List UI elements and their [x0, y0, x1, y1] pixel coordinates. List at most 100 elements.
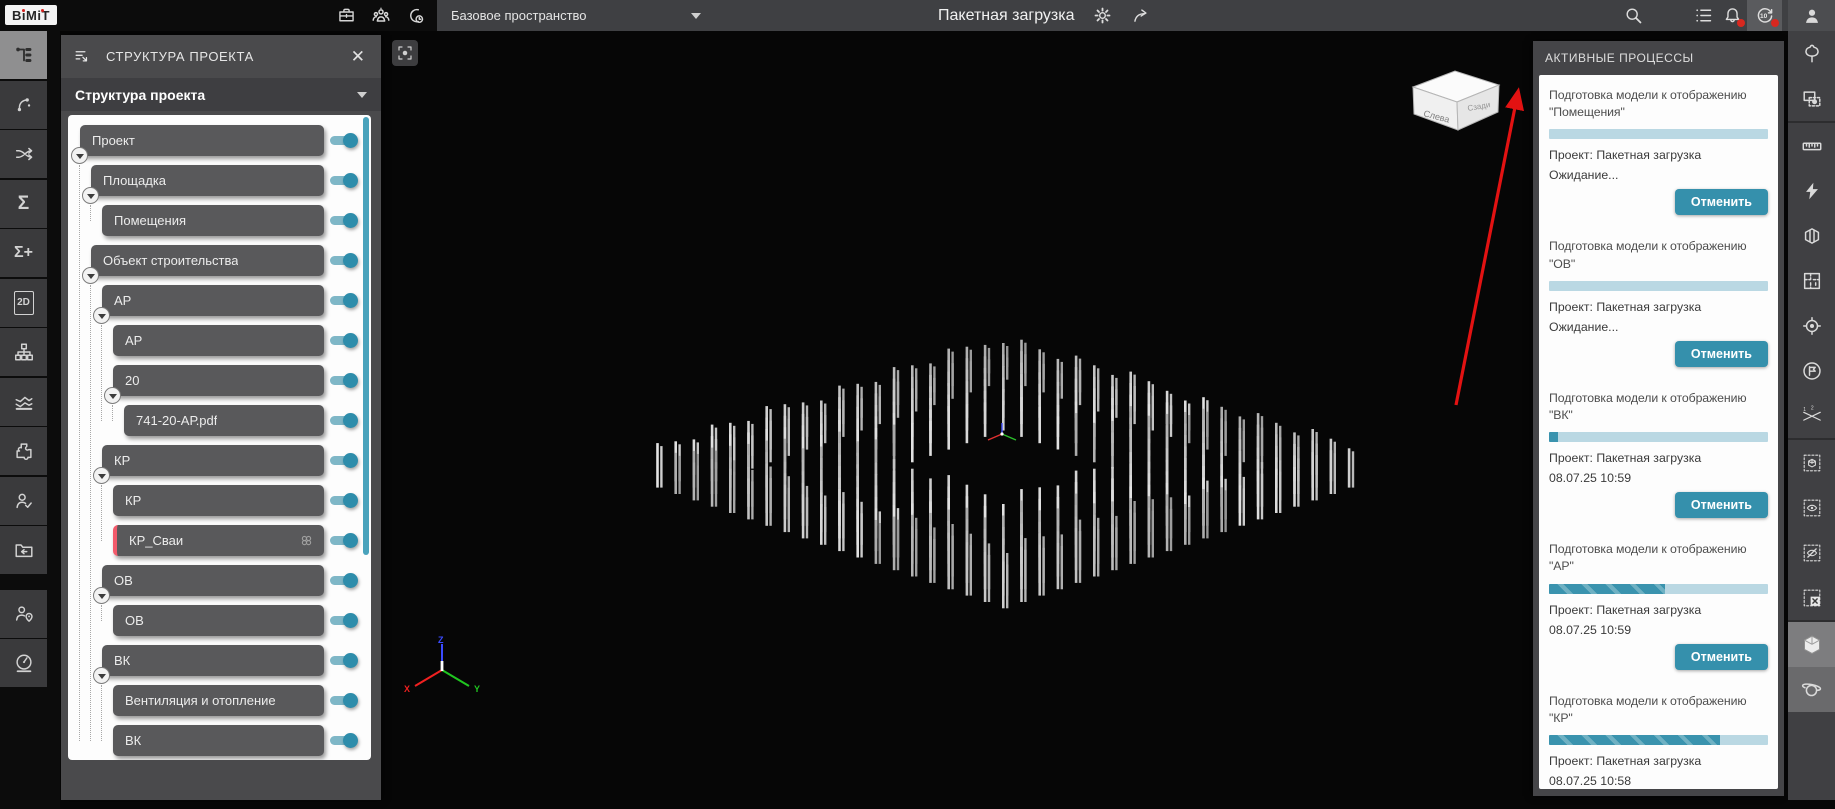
process-item: Подготовка модели к отображению "ВК"Прое… [1549, 390, 1768, 518]
tree-item[interactable]: АР [102, 285, 324, 316]
tree-expander[interactable] [82, 187, 99, 204]
visibility-toggle[interactable] [330, 136, 355, 145]
tool-section-axes[interactable]: 1 2 [1788, 393, 1835, 438]
tree-expander[interactable] [82, 267, 99, 284]
tree-expander[interactable] [104, 387, 121, 404]
tree-scrollbar[interactable] [363, 117, 369, 555]
tree-expander[interactable] [71, 147, 88, 164]
visibility-toggle[interactable] [330, 336, 355, 345]
tree-guide-line [79, 165, 80, 741]
tree-item[interactable]: Площадка [91, 165, 324, 196]
active-processes-button[interactable]: 10 [1747, 0, 1782, 31]
cancel-process-button[interactable]: Отменить [1675, 341, 1768, 367]
tree-item[interactable]: КР_Сваи [113, 525, 324, 556]
tool-user-approvals[interactable] [0, 477, 47, 525]
tool-links[interactable] [0, 130, 47, 178]
tree-item[interactable]: ОВ [102, 565, 324, 596]
fit-view-button[interactable] [392, 40, 418, 66]
cancel-process-button[interactable]: Отменить [1675, 492, 1768, 518]
tree-item[interactable]: ОВ [113, 605, 324, 636]
tool-sum[interactable]: Σ [0, 180, 47, 228]
cancel-process-button[interactable]: Отменить [1675, 189, 1768, 215]
tool-floor-plan[interactable] [1788, 258, 1835, 303]
history-button[interactable] [405, 5, 427, 27]
tree-item[interactable]: Проект [80, 125, 324, 156]
tool-2d-sheets[interactable]: 2D [0, 279, 47, 327]
cube-dashed-icon [1801, 452, 1823, 474]
visibility-toggle[interactable] [330, 376, 355, 385]
visibility-toggle[interactable] [330, 536, 355, 545]
visibility-toggle[interactable] [330, 576, 355, 585]
tree-item[interactable]: Объект строительства [91, 245, 324, 276]
gear-icon [1092, 5, 1113, 26]
workspace-selector[interactable]: Базовое пространство [443, 0, 709, 31]
tree-item[interactable]: КР [113, 485, 324, 516]
shuffle-icon [13, 143, 35, 165]
visibility-toggle[interactable] [330, 496, 355, 505]
tree-expander[interactable] [93, 587, 110, 604]
tree-expander[interactable] [93, 467, 110, 484]
tool-project-structure[interactable] [0, 31, 47, 79]
close-panel-button[interactable]: ✕ [347, 47, 369, 67]
share-button[interactable] [1131, 5, 1153, 27]
tool-file-transfer[interactable] [0, 526, 47, 574]
visibility-toggle[interactable] [330, 176, 355, 185]
tool-measure[interactable] [1788, 123, 1835, 168]
visibility-toggle[interactable] [330, 616, 355, 625]
projects-button[interactable] [335, 5, 357, 27]
doc-2d-icon: 2D [14, 291, 34, 315]
visibility-toggle[interactable] [330, 216, 355, 225]
tool-analytics[interactable] [0, 378, 47, 426]
tool-hide[interactable] [1788, 530, 1835, 575]
tool-dashboard[interactable] [0, 639, 47, 687]
app-logo[interactable]: BiMiT [5, 5, 57, 25]
tool-orbit-toggle[interactable] [1788, 667, 1835, 712]
visibility-toggle[interactable] [330, 736, 355, 745]
tool-clash[interactable] [1788, 168, 1835, 213]
account-button[interactable] [1788, 0, 1835, 31]
tree-item[interactable]: КР [102, 445, 324, 476]
tool-graph[interactable] [0, 81, 47, 129]
tool-flag-marker[interactable] [1788, 348, 1835, 393]
navigation-cube[interactable]: Слева Сзади [1410, 68, 1502, 132]
tool-isolate[interactable] [1788, 440, 1835, 485]
task-list-button[interactable] [1688, 0, 1719, 31]
visibility-toggle[interactable] [330, 416, 355, 425]
tool-view-cube-toggle[interactable] [1788, 622, 1835, 667]
tree-item[interactable]: Помещения [102, 205, 324, 236]
visibility-toggle[interactable] [330, 256, 355, 265]
progress-fill [1549, 735, 1720, 745]
tool-clear-selection[interactable] [1788, 575, 1835, 620]
tool-plugins[interactable] [0, 427, 47, 475]
tool-show[interactable] [1788, 485, 1835, 530]
structure-view-selector[interactable]: Структура проекта [61, 78, 381, 111]
tool-user-location[interactable] [0, 590, 47, 638]
tree-item[interactable]: 20 [113, 365, 324, 396]
tool-focus-target[interactable] [1788, 303, 1835, 348]
tree-item[interactable]: Вентиляция и отопление [113, 685, 324, 716]
notifications-button[interactable] [1717, 0, 1748, 31]
process-item: Подготовка модели к отображению "Помещен… [1549, 87, 1768, 215]
tool-sum-add[interactable]: Σ+ [0, 229, 47, 277]
visibility-toggle[interactable] [330, 696, 355, 705]
panel-filter-icon[interactable] [73, 47, 92, 66]
tree-item[interactable]: АР [113, 325, 324, 356]
visibility-toggle[interactable] [330, 456, 355, 465]
tree-item[interactable]: 741-20-АР.pdf [124, 405, 324, 436]
cancel-process-button[interactable]: Отменить [1675, 644, 1768, 670]
tool-selection-sets[interactable] [1788, 76, 1835, 121]
tool-vegetation[interactable] [1788, 31, 1835, 76]
tree-expander[interactable] [93, 307, 110, 324]
selection-frames-icon [1801, 88, 1823, 110]
teams-button[interactable] [370, 5, 392, 27]
progress-fill [1549, 584, 1665, 594]
tool-hierarchy[interactable] [0, 328, 47, 376]
tree-item[interactable]: ВК [113, 725, 324, 756]
visibility-toggle[interactable] [330, 296, 355, 305]
visibility-toggle[interactable] [330, 656, 355, 665]
tree-item[interactable]: ВК [102, 645, 324, 676]
project-settings-button[interactable] [1092, 5, 1114, 27]
tool-section-box[interactable] [1788, 213, 1835, 258]
search-button[interactable] [1618, 0, 1649, 31]
tree-expander[interactable] [93, 667, 110, 684]
